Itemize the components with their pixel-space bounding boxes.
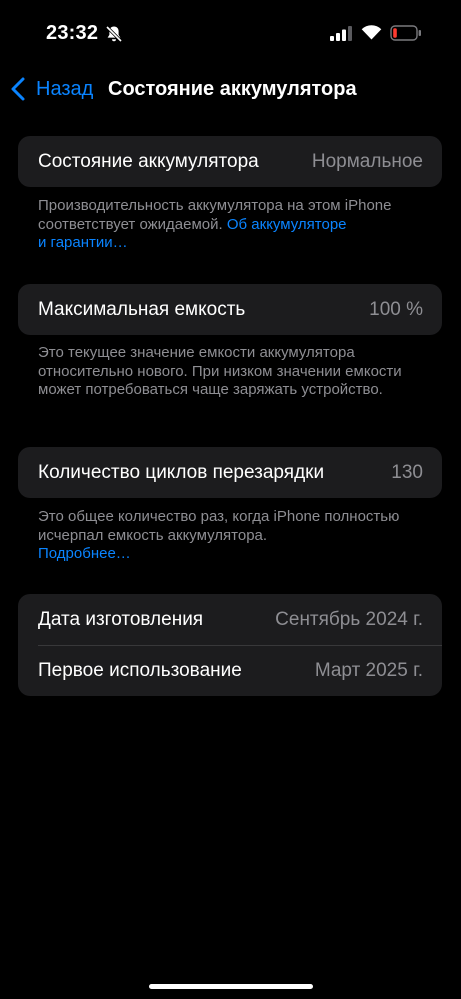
page-title: Состояние аккумулятора bbox=[108, 78, 357, 100]
first-use-value: Март 2025 г. bbox=[314, 659, 423, 681]
status-bar: 23:32 bbox=[0, 0, 461, 70]
cellular-signal-icon bbox=[330, 26, 352, 41]
battery-health-row: Состояние аккумулятора Нормальное bbox=[18, 136, 442, 187]
max-capacity-footer: Это текущее значение емкости аккумулятор… bbox=[38, 344, 402, 398]
cycle-count-footer-text: Это общее количество раз, когда iPhone п… bbox=[38, 508, 400, 544]
battery-health-label: Состояние аккумулятора bbox=[38, 150, 259, 172]
dates-group: Дата изготовления Сентябрь 2024 г. Перво… bbox=[18, 594, 442, 696]
manufacture-date-value: Сентябрь 2024 г. bbox=[275, 608, 423, 630]
cycle-count-footer: Это общее количество раз, когда iPhone п… bbox=[38, 508, 428, 564]
chevron-left-icon bbox=[11, 77, 25, 101]
learn-more-link[interactable]: Подробнее… bbox=[38, 545, 131, 562]
back-button-label: Назад bbox=[36, 77, 94, 100]
first-use-label: Первое использование bbox=[38, 659, 242, 681]
max-capacity-value: 100 % bbox=[369, 298, 423, 320]
cycle-count-group: Количество циклов перезарядки 130 bbox=[18, 447, 442, 498]
bell-slash-icon bbox=[105, 25, 123, 43]
battery-warranty-link-line1: Об аккумуляторе bbox=[226, 215, 347, 233]
cycle-count-value: 130 bbox=[391, 461, 423, 483]
cycle-count-row: Количество циклов перезарядки 130 bbox=[18, 447, 442, 498]
navigation-bar: Назад Состояние аккумулятора bbox=[0, 70, 461, 110]
battery-health-footer: Производительность аккумулятора на этом … bbox=[38, 197, 428, 253]
manufacture-date-row: Дата изготовления Сентябрь 2024 г. bbox=[18, 594, 442, 645]
max-capacity-group: Максимальная емкость 100 % bbox=[18, 284, 442, 335]
battery-low-icon bbox=[390, 25, 421, 41]
cycle-count-label: Количество циклов перезарядки bbox=[38, 461, 325, 483]
status-time: 23:32 bbox=[46, 22, 99, 44]
battery-health-value: Нормальное bbox=[311, 150, 423, 172]
wifi-icon bbox=[361, 25, 382, 40]
back-button[interactable]: Назад bbox=[8, 76, 93, 102]
battery-health-group: Состояние аккумулятора Нормальное bbox=[18, 136, 442, 187]
battery-warranty-link-line2: и гарантии… bbox=[38, 234, 128, 251]
home-indicator[interactable] bbox=[149, 984, 313, 989]
max-capacity-label: Максимальная емкость bbox=[38, 298, 246, 320]
manufacture-date-label: Дата изготовления bbox=[38, 608, 204, 630]
first-use-row: Первое использование Март 2025 г. bbox=[18, 645, 442, 696]
max-capacity-row: Максимальная емкость 100 % bbox=[18, 284, 442, 335]
